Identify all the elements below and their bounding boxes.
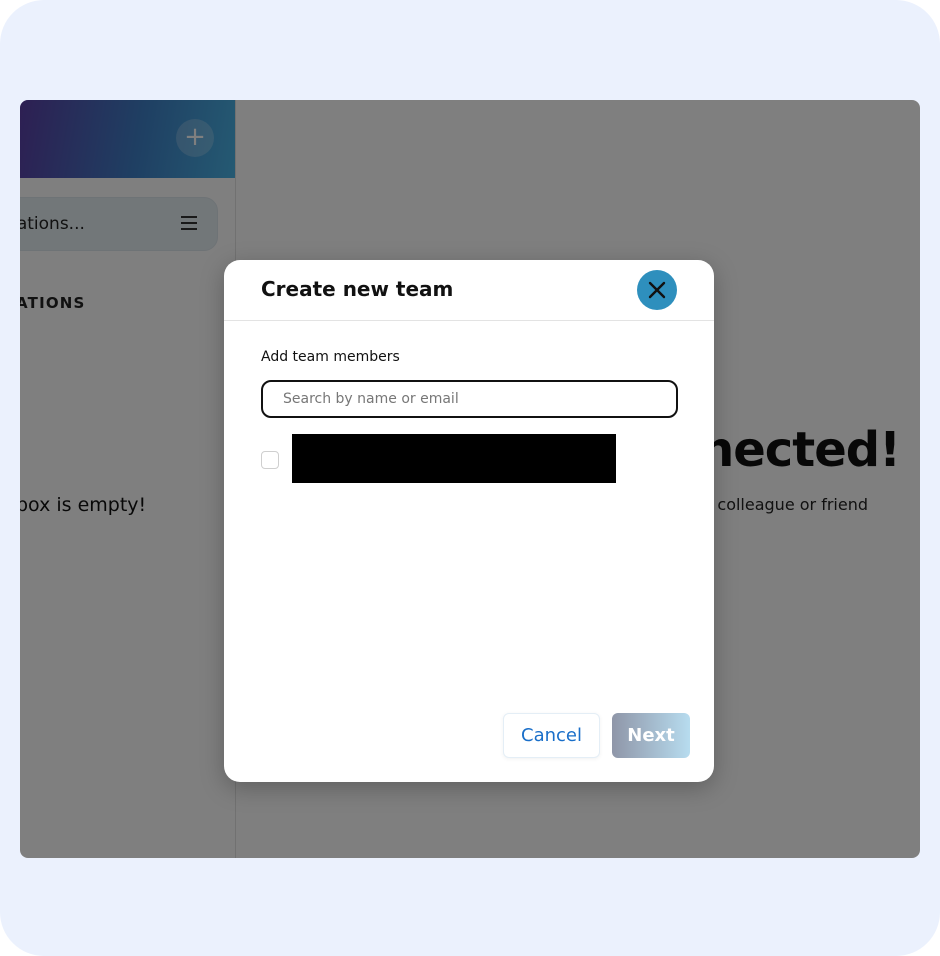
next-button[interactable]: Next [612, 713, 690, 758]
modal-header: Create new team [224, 260, 714, 321]
modal-title: Create new team [261, 277, 454, 301]
add-members-label: Add team members [261, 349, 400, 365]
member-name-redacted [292, 434, 616, 483]
member-search-input[interactable] [261, 380, 678, 418]
cancel-button[interactable]: Cancel [503, 713, 600, 758]
outer-frame: + rsations... ATIONS box is empty! nnect… [0, 0, 940, 956]
close-button[interactable] [637, 270, 677, 310]
member-checkbox[interactable] [261, 451, 279, 469]
close-icon [648, 281, 666, 299]
create-team-modal: Create new team Add team members Cancel … [224, 260, 714, 782]
